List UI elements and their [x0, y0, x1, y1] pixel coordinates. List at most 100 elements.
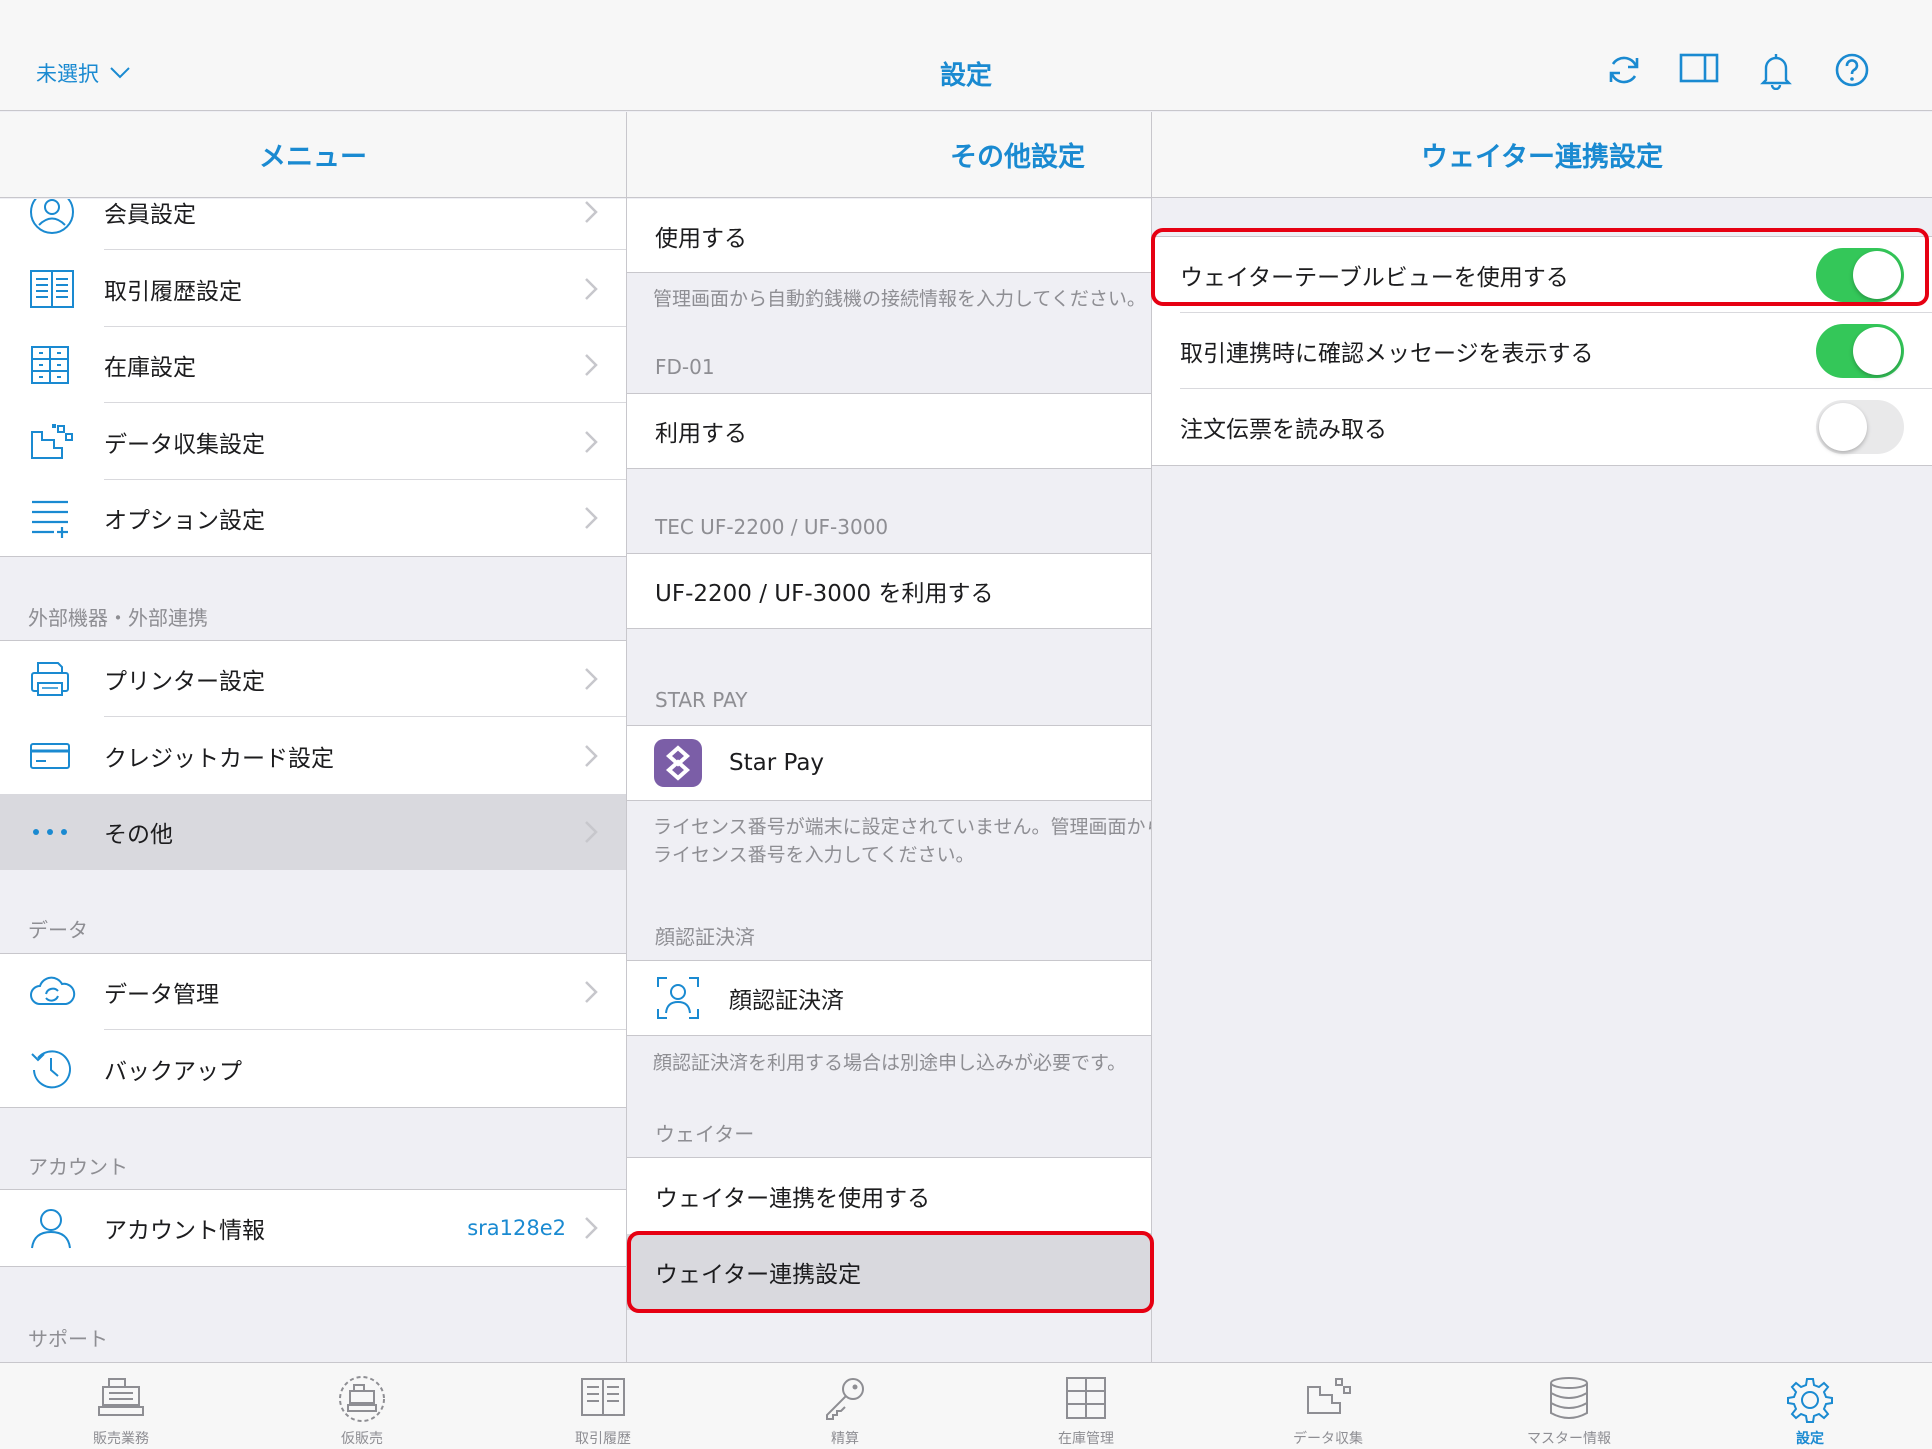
tab-label: 仮販売	[341, 1431, 383, 1447]
menu-item-label: その他	[104, 822, 173, 848]
row-face-payment[interactable]: 顔認証決済	[627, 961, 1151, 1035]
other-settings-header: その他設定	[627, 112, 1151, 198]
tab-settlement[interactable]: 精算	[765, 1363, 925, 1449]
divider	[0, 1107, 626, 1108]
section-header-starpay: STAR PAY	[655, 688, 748, 712]
row-starpay[interactable]: Star Pay	[627, 726, 1151, 800]
menu-item-transaction-history[interactable]: 取引履歴設定	[0, 250, 626, 327]
chevron-right-icon	[584, 277, 598, 301]
menu-item-data-management[interactable]: データ管理	[0, 954, 626, 1030]
chevron-right-icon	[584, 200, 598, 224]
divider	[1152, 236, 1932, 237]
waiter-settings-panel: ウェイターテーブルビューを使用する 取引連携時に確認メッセージを表示する 注文伝…	[1152, 199, 1932, 1362]
starpay-logo-icon	[653, 738, 703, 788]
waiter-top-gap	[1152, 199, 1932, 237]
row-waiter-use[interactable]: ウェイター連携を使用する	[627, 1158, 1151, 1234]
tab-sales[interactable]: 販売業務	[41, 1363, 201, 1449]
waiter-settings-header: ウェイター連携設定	[1152, 112, 1932, 198]
bottom-tab-bar: 販売業務 仮販売 取引履歴 精算 在庫管理 データ収集 マスター情報 設定	[0, 1362, 1932, 1449]
tab-label: 在庫管理	[1058, 1431, 1114, 1447]
inventory-icon	[1063, 1375, 1109, 1421]
chevron-right-icon	[584, 744, 598, 768]
tab-label: 取引履歴	[575, 1431, 631, 1447]
section-header-fd01: FD-01	[655, 355, 715, 379]
toggle-knob	[1853, 251, 1901, 299]
menu-item-member[interactable]: 会員設定	[0, 199, 626, 250]
waiter-table-view-toggle[interactable]	[1816, 248, 1904, 302]
row-tec-use[interactable]: UF-2200 / UF-3000 を利用する	[627, 554, 1151, 628]
row-fd01-use[interactable]: 利用する	[627, 394, 1151, 468]
tab-inventory[interactable]: 在庫管理	[1006, 1363, 1166, 1449]
other-settings-panel: 使用する 管理画面から自動釣銭機の接続情報を入力してください。 FD-01 利用…	[627, 199, 1151, 1362]
row-auto-changer-use[interactable]: 使用する	[627, 199, 1151, 272]
divider	[0, 1266, 626, 1267]
menu-item-label: オプション設定	[104, 508, 265, 534]
auto-changer-note: 管理画面から自動釣銭機の接続情報を入力してください。	[653, 288, 1146, 310]
register-icon	[95, 1375, 147, 1419]
menu-item-data-collection[interactable]: データ収集設定	[0, 403, 626, 480]
menu-header: メニュー	[0, 112, 626, 198]
row-label: 注文伝票を読み取る	[1180, 417, 1387, 443]
menu-item-account[interactable]: アカウント情報 sra128e2	[0, 1190, 626, 1266]
row-label: 使用する	[655, 225, 747, 252]
menu-panel: 会員設定 取引履歴設定 在庫設定 データ収集設定 オプション設定 外部機器・外部…	[0, 199, 626, 1362]
tab-settings[interactable]: 設定	[1730, 1363, 1890, 1449]
chevron-right-icon	[584, 820, 598, 844]
tab-transaction-history[interactable]: 取引履歴	[523, 1363, 683, 1449]
row-confirm-message: 取引連携時に確認メッセージを表示する	[1152, 313, 1932, 389]
chevron-right-icon	[584, 506, 598, 530]
menu-item-label: 取引履歴設定	[104, 278, 242, 305]
starpay-note-line1: ライセンス番号が端末に設定されていません。管理画面から	[653, 816, 1151, 838]
tab-label: データ収集	[1293, 1431, 1363, 1447]
confirm-message-toggle[interactable]	[1816, 324, 1904, 378]
credit-card-icon	[28, 740, 72, 772]
menu-item-stock[interactable]: 在庫設定	[0, 327, 626, 403]
row-label: Star Pay	[729, 750, 825, 776]
settings-gear-icon	[1785, 1375, 1835, 1425]
tab-data-collection[interactable]: データ収集	[1248, 1363, 1408, 1449]
printer-icon	[28, 659, 72, 699]
tab-label: 販売業務	[93, 1431, 149, 1447]
chevron-right-icon	[584, 980, 598, 1004]
chevron-right-icon	[584, 430, 598, 454]
help-icon[interactable]	[1834, 52, 1870, 88]
row-read-order-slip: 注文伝票を読み取る	[1152, 389, 1932, 465]
split-view-icon[interactable]	[1679, 52, 1719, 84]
tab-label: 設定	[1796, 1431, 1824, 1447]
tab-temp-sale[interactable]: 仮販売	[282, 1363, 442, 1449]
starpay-note-line2: ライセンス番号を入力してください。	[653, 844, 975, 866]
section-header-face: 顔認証決済	[655, 925, 755, 949]
row-waiter-settings[interactable]: ウェイター連携設定	[627, 1234, 1151, 1310]
cloud-icon	[28, 974, 76, 1010]
menu-item-printer[interactable]: プリンター設定	[0, 641, 626, 717]
section-header-waiter: ウェイター	[655, 1122, 755, 1146]
read-order-slip-toggle[interactable]	[1816, 400, 1904, 454]
menu-item-backup[interactable]: バックアップ	[0, 1030, 626, 1107]
data-collection-icon	[28, 422, 74, 462]
menu-item-label: バックアップ	[104, 1058, 242, 1085]
chevron-right-icon	[584, 667, 598, 691]
more-icon	[28, 826, 72, 838]
refresh-icon[interactable]	[1606, 52, 1642, 88]
section-header-support: サポート	[28, 1327, 108, 1351]
divider	[627, 272, 1151, 273]
database-icon	[1547, 1375, 1591, 1421]
menu-item-label: データ収集設定	[104, 431, 265, 458]
menu-item-label: アカウント情報	[104, 1218, 265, 1244]
chevron-right-icon	[584, 1216, 598, 1240]
menu-item-label: プリンター設定	[104, 669, 265, 695]
top-navigation-bar: 未選択 設定	[0, 0, 1932, 111]
toggle-knob	[1853, 327, 1901, 375]
menu-item-credit-card[interactable]: クレジットカード設定	[0, 717, 626, 794]
bell-icon[interactable]	[1758, 52, 1794, 90]
tab-master-info[interactable]: マスター情報	[1489, 1363, 1649, 1449]
section-header-account: アカウント	[28, 1155, 128, 1179]
menu-item-option[interactable]: オプション設定	[0, 480, 626, 556]
account-id-value: sra128e2	[467, 1216, 566, 1240]
menu-item-other[interactable]: その他	[0, 794, 626, 870]
tab-label: 精算	[831, 1431, 859, 1447]
tab-label: マスター情報	[1527, 1431, 1611, 1447]
stock-icon	[28, 343, 72, 387]
backup-icon	[28, 1046, 74, 1092]
face-recognition-icon	[655, 975, 701, 1021]
